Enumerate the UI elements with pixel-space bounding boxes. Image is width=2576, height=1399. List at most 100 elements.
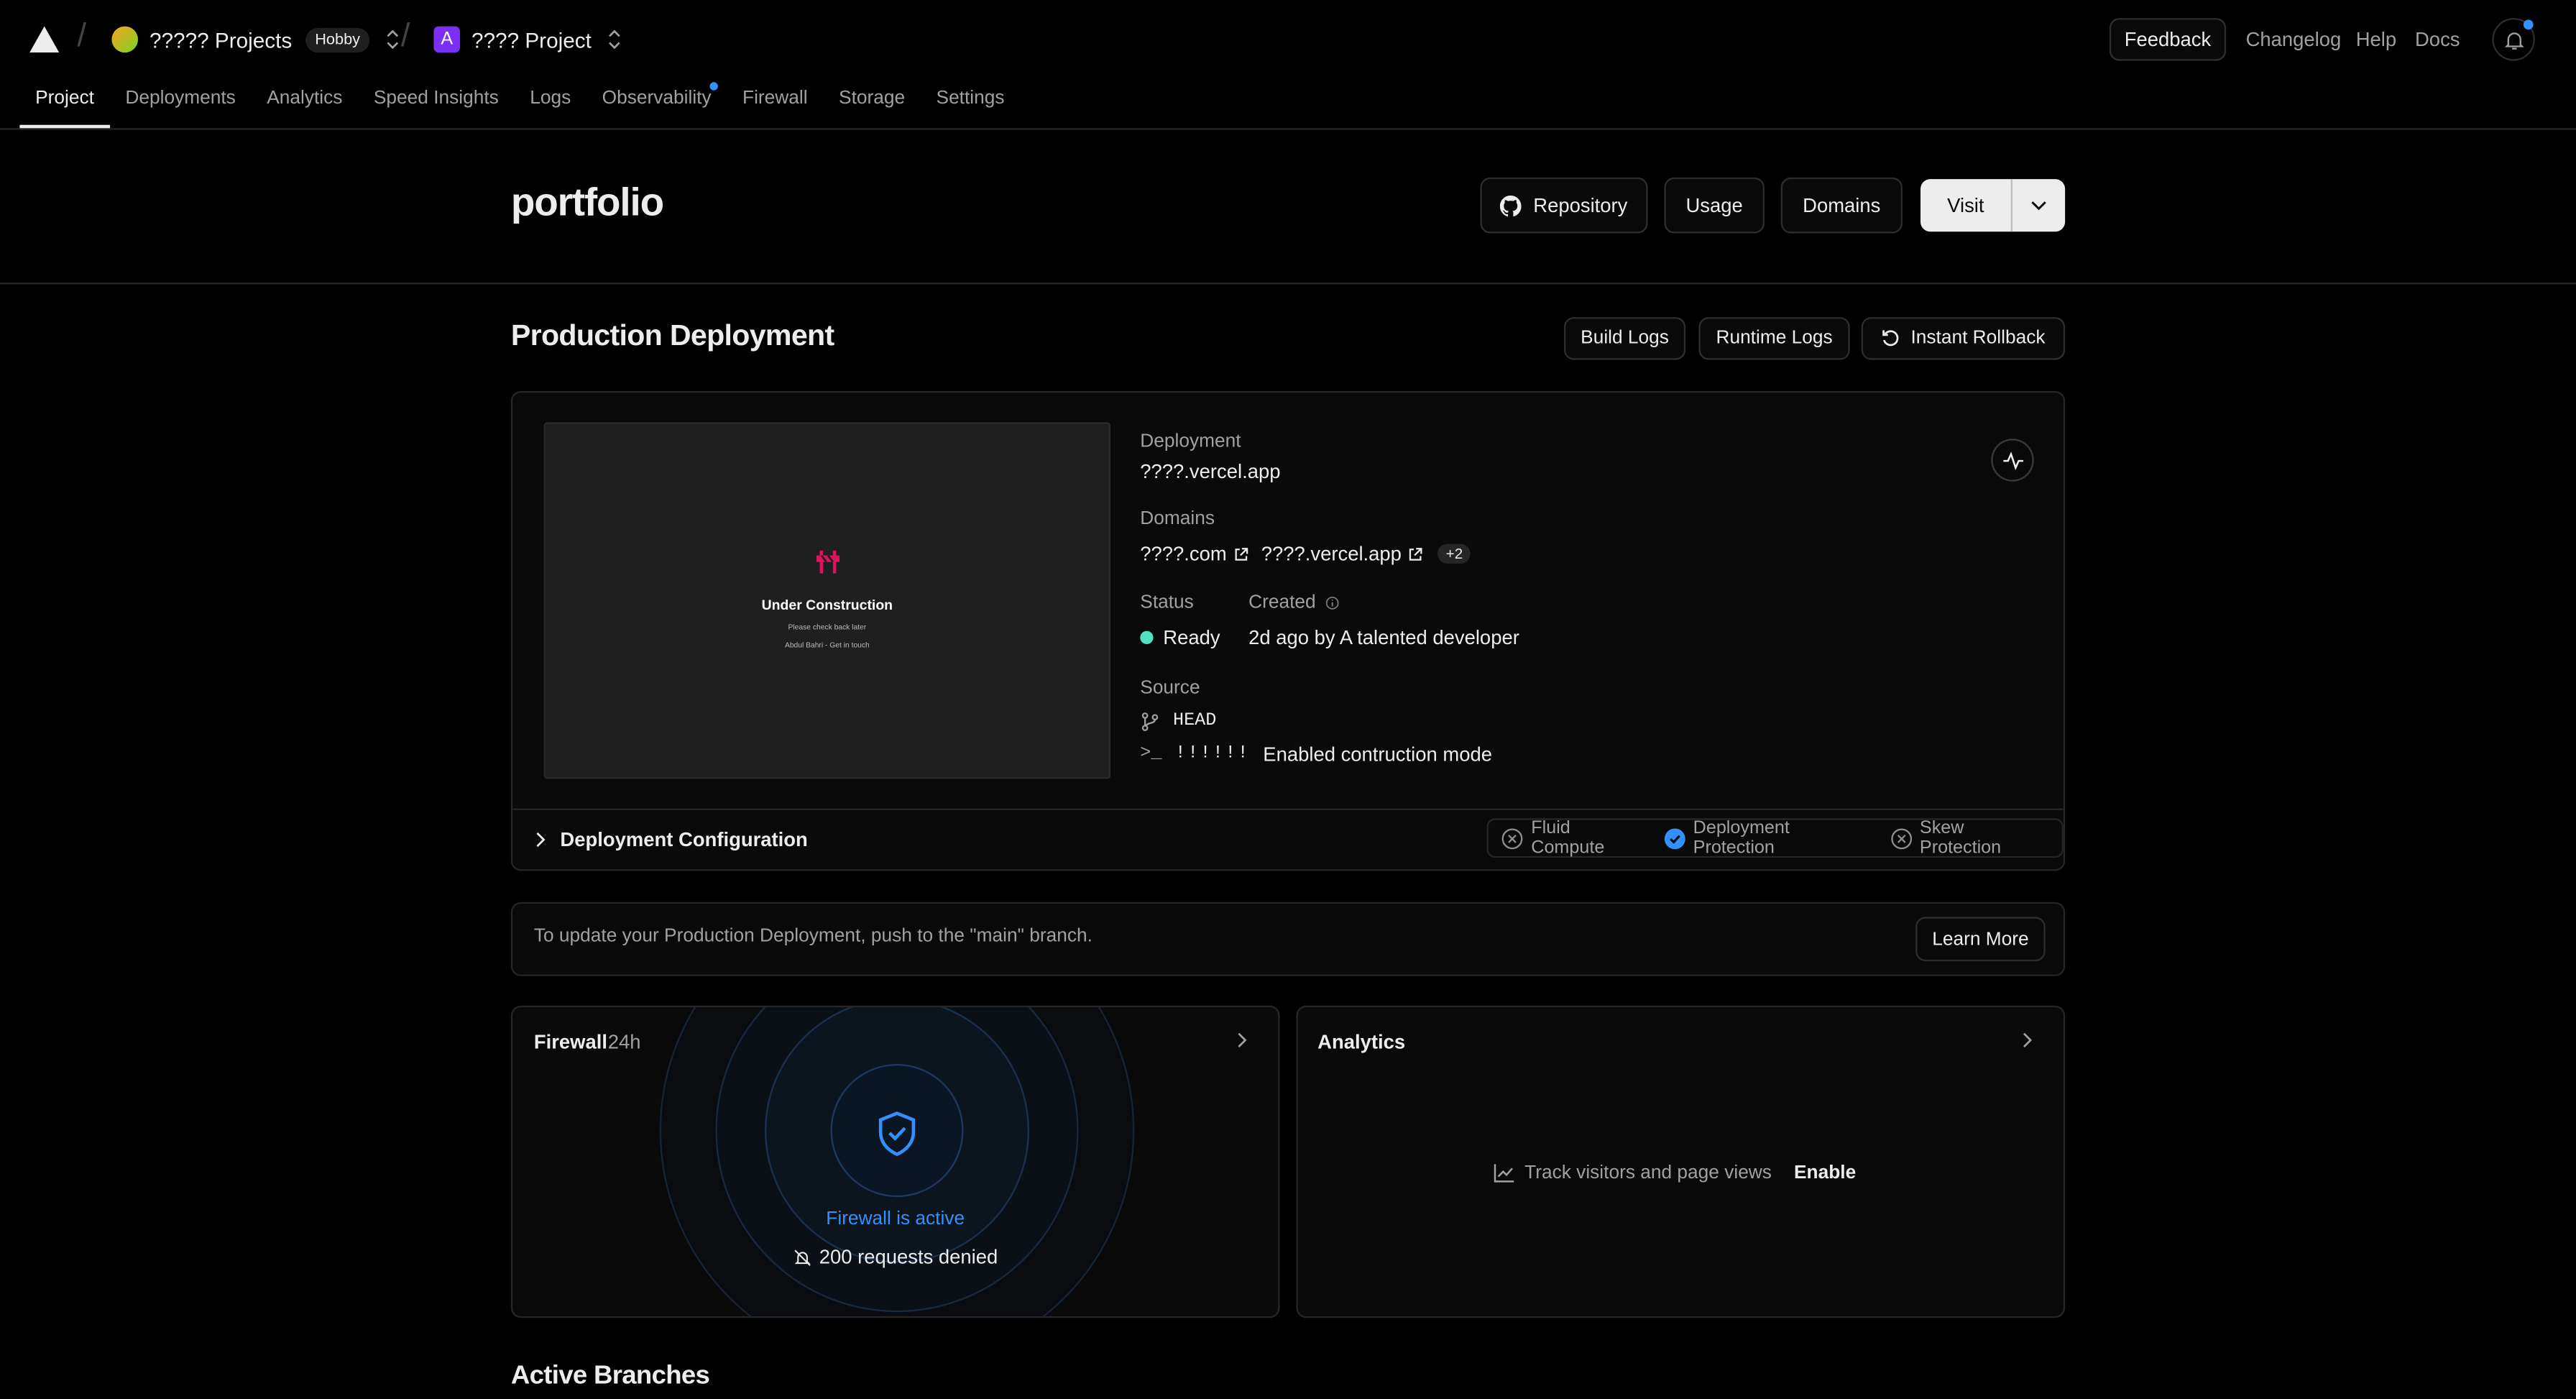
changelog-link[interactable]: Changelog bbox=[2246, 28, 2342, 51]
source-commit[interactable]: >_ !!!!!! Enabled contruction mode bbox=[1140, 743, 1492, 766]
source-label: Source bbox=[1140, 679, 1200, 699]
external-link-icon bbox=[1408, 546, 1423, 561]
shield-check-icon bbox=[878, 1111, 917, 1157]
visit-button-group: Visit bbox=[1920, 179, 2066, 232]
notification-dot bbox=[2523, 19, 2534, 30]
top-bar: / ????? Projects Hobby / A ???? Project … bbox=[0, 0, 2576, 130]
firewall-card[interactable]: Firewall 24h Firewall is active 200 requ… bbox=[510, 1005, 1280, 1318]
tab-analytics[interactable]: Analytics bbox=[252, 79, 359, 121]
fluid-compute-chip[interactable]: Fluid Compute bbox=[1501, 818, 1647, 858]
fluid-compute-label: Fluid Compute bbox=[1531, 818, 1605, 858]
feature-chips: Fluid Compute Deployment Protection Skew… bbox=[1486, 818, 2064, 858]
usage-button[interactable]: Usage bbox=[1664, 177, 1765, 234]
tab-project[interactable]: Project bbox=[19, 79, 110, 129]
domain-link[interactable]: ????.com bbox=[1140, 542, 1226, 565]
skew-protection-chip[interactable]: Skew Protection bbox=[1890, 818, 2049, 858]
plan-badge: Hobby bbox=[305, 27, 370, 52]
analytics-title: Analytics bbox=[1317, 1030, 1406, 1054]
firewall-period: 24h bbox=[607, 1030, 641, 1054]
skew-protection-label: Skew Protection bbox=[1919, 818, 2002, 858]
firewall-status: Firewall is active bbox=[826, 1209, 965, 1229]
chevron-up-down-icon[interactable] bbox=[608, 29, 621, 50]
team-avatar bbox=[111, 26, 139, 53]
vercel-logo-icon[interactable] bbox=[29, 26, 60, 53]
status-text: Ready bbox=[1163, 625, 1220, 649]
deployment-configuration-label: Deployment Configuration bbox=[560, 828, 808, 851]
visit-dropdown-button[interactable] bbox=[2012, 179, 2065, 231]
line-chart-icon bbox=[1494, 1163, 1515, 1183]
breadcrumb-separator: / bbox=[400, 18, 410, 55]
domains-list: ????.com ????.vercel.app +2 bbox=[1140, 542, 1471, 565]
tab-observability[interactable]: Observability bbox=[586, 79, 727, 121]
activity-button[interactable] bbox=[1991, 439, 2034, 482]
domain-link[interactable]: ????.vercel.app bbox=[1261, 542, 1402, 565]
deployment-configuration-toggle[interactable]: Deployment Configuration bbox=[535, 828, 808, 851]
tab-settings[interactable]: Settings bbox=[921, 79, 1020, 121]
firewall-title: Firewall bbox=[533, 1030, 608, 1054]
domains-label: Domains bbox=[1140, 509, 1215, 530]
chevron-right-icon bbox=[535, 832, 546, 848]
disabled-x-icon bbox=[1501, 827, 1531, 849]
deployment-url-link[interactable]: ????.vercel.app bbox=[1140, 460, 1280, 483]
activity-pulse-icon bbox=[2002, 451, 2023, 469]
notice-text: To update your Production Deployment, pu… bbox=[533, 927, 1092, 947]
instant-rollback-button[interactable]: Instant Rollback bbox=[1861, 317, 2066, 360]
chevron-down-icon bbox=[2030, 201, 2047, 211]
github-icon bbox=[1500, 194, 1522, 216]
tab-firewall[interactable]: Firewall bbox=[727, 79, 823, 121]
project-name: ???? Project bbox=[472, 27, 592, 52]
deployment-label: Deployment bbox=[1140, 432, 1241, 452]
docs-link[interactable]: Docs bbox=[2415, 28, 2460, 51]
preview-line-2: Abdul Bahri - Get in touch bbox=[784, 641, 870, 649]
team-switcher[interactable]: ????? Projects Hobby bbox=[111, 24, 399, 54]
learn-more-button[interactable]: Learn More bbox=[1915, 917, 2046, 962]
commit-message: Enabled contruction mode bbox=[1263, 743, 1492, 766]
chevron-up-down-icon[interactable] bbox=[387, 29, 400, 50]
section-title-active-branches: Active Branches bbox=[510, 1362, 710, 1390]
deployment-protection-label: Deployment Protection bbox=[1693, 818, 1790, 858]
created-value: 2d ago by A talented developer bbox=[1248, 625, 1519, 649]
requests-denied-text: 200 requests denied bbox=[819, 1245, 998, 1269]
tab-speed-insights[interactable]: Speed Insights bbox=[358, 79, 514, 121]
repository-button[interactable]: Repository bbox=[1480, 177, 1648, 234]
project-tabs: Project Deployments Analytics Speed Insight… bbox=[19, 79, 1020, 129]
build-logs-button[interactable]: Build Logs bbox=[1564, 317, 1686, 360]
chevron-right-icon[interactable] bbox=[1237, 1032, 1247, 1048]
runtime-logs-button[interactable]: Runtime Logs bbox=[1698, 317, 1850, 360]
section-title-production: Production Deployment bbox=[510, 318, 834, 352]
commit-hash: !!!!!! bbox=[1174, 744, 1251, 764]
repository-label: Repository bbox=[1533, 193, 1628, 217]
created-label-wrap: Created bbox=[1248, 593, 1339, 613]
visit-button[interactable]: Visit bbox=[1920, 179, 2013, 232]
branch-notice: To update your Production Deployment, pu… bbox=[510, 902, 2066, 976]
check-circle-icon bbox=[1663, 827, 1693, 849]
breadcrumb-separator: / bbox=[77, 18, 87, 55]
analytics-card[interactable]: Analytics Track visitors and page views … bbox=[1296, 1005, 2066, 1318]
preview-title: Under Construction bbox=[761, 596, 893, 613]
feedback-button[interactable]: Feedback bbox=[2109, 18, 2227, 61]
production-deployment-card: Under Construction Please check back lat… bbox=[510, 391, 2066, 871]
domains-button[interactable]: Domains bbox=[1780, 177, 1903, 234]
deployment-protection-chip[interactable]: Deployment Protection bbox=[1663, 818, 1874, 858]
created-label: Created bbox=[1248, 593, 1316, 613]
status-value: Ready bbox=[1140, 626, 1220, 649]
git-branch-icon bbox=[1140, 712, 1159, 731]
enable-analytics-button[interactable]: Enable bbox=[1794, 1163, 1856, 1183]
blocked-bell-icon bbox=[793, 1248, 811, 1266]
tab-storage[interactable]: Storage bbox=[823, 79, 921, 121]
more-domains-badge[interactable]: +2 bbox=[1438, 543, 1471, 564]
terminal-icon: >_ bbox=[1140, 744, 1162, 764]
tab-deployments[interactable]: Deployments bbox=[110, 79, 252, 121]
rollback-label: Instant Rollback bbox=[1910, 329, 2046, 349]
radar-rings bbox=[659, 1007, 1136, 1316]
page-title: portfolio bbox=[510, 180, 664, 226]
source-branch[interactable]: HEAD bbox=[1140, 712, 1216, 731]
info-icon[interactable] bbox=[1325, 596, 1339, 610]
project-switcher[interactable]: A ???? Project bbox=[433, 24, 621, 54]
project-avatar: A bbox=[433, 26, 460, 53]
tab-logs[interactable]: Logs bbox=[515, 79, 586, 121]
chevron-right-icon[interactable] bbox=[2023, 1032, 2033, 1048]
deployment-preview[interactable]: Under Construction Please check back lat… bbox=[543, 422, 1111, 779]
status-dot bbox=[1140, 630, 1154, 645]
help-link[interactable]: Help bbox=[2356, 28, 2396, 51]
